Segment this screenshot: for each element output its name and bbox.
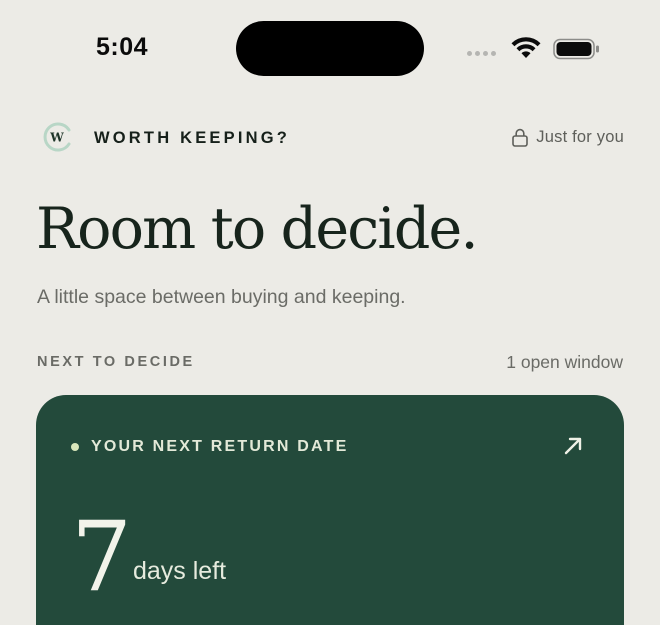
arrow-up-right-icon[interactable] xyxy=(562,435,584,457)
brand-logo-letter: W xyxy=(49,131,64,145)
status-time: 5:04 xyxy=(96,33,149,61)
days-left-label: days left xyxy=(133,557,227,585)
signal-dots-icon xyxy=(467,51,496,56)
dynamic-island xyxy=(236,21,424,76)
section-label: NEXT TO DECIDE xyxy=(37,354,195,370)
wifi-icon xyxy=(511,37,541,58)
days-left-number: 7 xyxy=(71,501,132,613)
privacy-label: Just for you xyxy=(536,128,624,146)
brand-logo-icon: W xyxy=(43,122,71,152)
lock-icon xyxy=(512,128,529,147)
open-window-count: 1 open window xyxy=(506,352,623,372)
card-eyebrow: YOUR NEXT RETURN DATE xyxy=(91,438,349,455)
brand-name: WORTH KEEPING? xyxy=(94,129,291,147)
app-screen: 5:04 W WORTH KEEPING? Just for you Room … xyxy=(0,0,660,625)
status-dot xyxy=(71,443,79,451)
return-date-card[interactable]: YOUR NEXT RETURN DATE 7 days left xyxy=(36,395,624,625)
battery-icon xyxy=(553,38,599,60)
page-subtitle: A little space between buying and keepin… xyxy=(37,286,406,308)
privacy-indicator: Just for you xyxy=(512,128,624,147)
page-title: Room to decide. xyxy=(36,196,479,262)
